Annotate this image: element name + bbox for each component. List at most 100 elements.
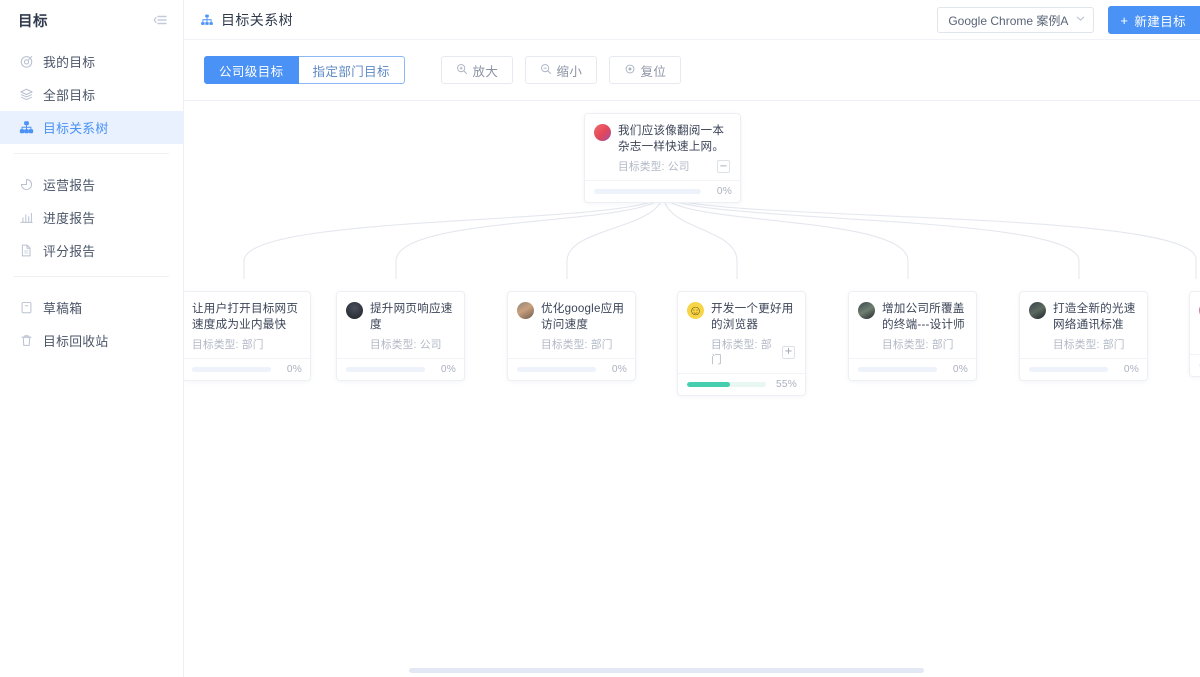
- node-body: [1190, 292, 1200, 354]
- avatar: [594, 124, 611, 141]
- trash-icon: [18, 333, 34, 349]
- sidebar-item-label: 运营报告: [43, 178, 96, 193]
- collapse-menu-icon[interactable]: [151, 11, 169, 29]
- draft-box-icon: [18, 300, 34, 316]
- progress-label: 0%: [952, 364, 968, 375]
- progress-bar: [346, 367, 425, 372]
- reset-view-button[interactable]: 复位: [608, 56, 681, 84]
- node-title: 打造全新的光速网络通讯标准: [1053, 302, 1136, 331]
- tree-node-child-3[interactable]: 优化google应用访问速度 目标类型: 部门 0%: [507, 291, 636, 381]
- node-body: 我们应该像翻阅一本杂志一样快速上网。 目标类型: 公司 −: [585, 114, 740, 180]
- topbar-actions: Google Chrome 案例A + 新建目标: [937, 0, 1200, 40]
- node-title: 我们应该像翻阅一本杂志一样快速上网。: [618, 124, 725, 153]
- zoom-in-icon: [456, 63, 468, 78]
- sidebar-item-progress-report[interactable]: 进度报告: [0, 201, 183, 234]
- node-top: 增加公司所覆盖的终端---设计师: [858, 301, 966, 332]
- node-collapse-button[interactable]: −: [717, 160, 730, 173]
- node-top: 提升网页响应速度: [346, 301, 454, 332]
- tree-canvas-inner: 我们应该像翻阅一本杂志一样快速上网。 目标类型: 公司 − 0% 让用户打开目标…: [184, 101, 1200, 677]
- document-icon: [18, 243, 34, 259]
- tab-company-goals[interactable]: 公司级目标: [204, 56, 299, 84]
- node-body: 让用户打开目标网页速度成为业内最快 目标类型: 部门: [184, 292, 310, 358]
- progress-label: 0%: [1123, 364, 1139, 375]
- node-progress: 0%: [184, 358, 310, 380]
- sidebar-item-label: 评分报告: [43, 244, 96, 259]
- sidebar-item-drafts[interactable]: 草稿箱: [0, 291, 183, 324]
- node-title: 优化google应用访问速度: [541, 302, 625, 331]
- node-progress: 0%: [337, 358, 464, 380]
- tree-node-child-6[interactable]: 打造全新的光速网络通讯标准 目标类型: 部门 0%: [1019, 291, 1148, 381]
- layers-icon: [18, 87, 34, 103]
- node-progress: 0%: [508, 358, 635, 380]
- tree-node-child-7[interactable]: [1189, 291, 1200, 377]
- tab-department-goals[interactable]: 指定部门目标: [298, 56, 405, 84]
- canvas-hscrollbar[interactable]: [184, 663, 1200, 677]
- sidebar-item-all-goals[interactable]: 全部目标: [0, 78, 183, 111]
- sidebar-item-label: 进度报告: [43, 211, 96, 226]
- node-type-label: 目标类型: 部门: [1053, 339, 1125, 351]
- node-type-label: 目标类型: 部门: [192, 339, 264, 351]
- chevron-down-icon: [1076, 14, 1085, 26]
- node-title: 增加公司所覆盖的终端---设计师: [882, 302, 965, 331]
- sidebar-divider: [14, 276, 169, 277]
- node-type-label: 目标类型: 部门: [882, 339, 954, 351]
- node-body: ☺ 开发一个更好用的浏览器 目标类型: 部门 +: [678, 292, 805, 373]
- node-body: 增加公司所覆盖的终端---设计师 目标类型: 部门: [849, 292, 976, 358]
- sidebar-item-score-report[interactable]: 评分报告: [0, 234, 183, 267]
- node-top: 优化google应用访问速度: [517, 301, 625, 332]
- pie-chart-icon: [18, 177, 34, 193]
- progress-label: 0%: [611, 364, 627, 375]
- sidebar-item-goal-tree[interactable]: 目标关系树: [0, 111, 183, 144]
- case-select-value: Google Chrome 案例A: [948, 13, 1069, 28]
- node-top: 让用户打开目标网页速度成为业内最快: [192, 301, 300, 332]
- node-meta: 目标类型: 部门 +: [687, 337, 795, 367]
- progress-bar: [594, 189, 701, 194]
- sidebar-divider: [14, 153, 169, 154]
- node-meta: 目标类型: 部门: [1029, 337, 1137, 352]
- progress-label: 0%: [716, 186, 732, 197]
- progress-label: 55%: [776, 379, 797, 390]
- tree-node-child-2[interactable]: 提升网页响应速度 目标类型: 公司 0%: [336, 291, 465, 381]
- node-progress: 55%: [678, 373, 805, 395]
- node-progress: 0%: [849, 358, 976, 380]
- tree-node-root[interactable]: 我们应该像翻阅一本杂志一样快速上网。 目标类型: 公司 − 0%: [584, 113, 741, 203]
- zoom-out-button[interactable]: 缩小: [524, 56, 597, 84]
- progress-label: 0%: [440, 364, 456, 375]
- sidebar-item-label: 目标关系树: [43, 121, 109, 136]
- zoom-out-label: 缩小: [556, 64, 583, 79]
- zoom-in-button[interactable]: 放大: [440, 56, 513, 84]
- new-goal-button[interactable]: + 新建目标: [1108, 6, 1200, 34]
- node-type-label: 目标类型: 部门: [711, 339, 772, 366]
- node-type-label: 目标类型: 部门: [541, 339, 613, 351]
- tree-node-child-5[interactable]: 增加公司所覆盖的终端---设计师 目标类型: 部门 0%: [848, 291, 977, 381]
- node-body: 提升网页响应速度 目标类型: 公司: [337, 292, 464, 358]
- sidebar-item-label: 草稿箱: [43, 301, 83, 316]
- node-type-label: 目标类型: 公司: [370, 339, 442, 351]
- node-title: 开发一个更好用的浏览器: [711, 302, 794, 331]
- sidebar-item-my-goals[interactable]: 我的目标: [0, 45, 183, 78]
- sidebar-item-recycle-bin[interactable]: 目标回收站: [0, 324, 183, 357]
- main-area: 目标关系树 Google Chrome 案例A + 新建目标 公司级目标 指定部…: [184, 0, 1200, 677]
- sidebar-group-reports: 运营报告 进度报告 评分报告: [0, 163, 183, 267]
- canvas-hscrollbar-thumb[interactable]: [409, 668, 924, 673]
- scope-tabs: 公司级目标 指定部门目标: [204, 56, 405, 84]
- avatar: [1029, 302, 1046, 319]
- tree-node-child-1[interactable]: 让用户打开目标网页速度成为业内最快 目标类型: 部门 0%: [184, 291, 311, 381]
- case-select[interactable]: Google Chrome 案例A: [937, 7, 1095, 33]
- node-meta: 目标类型: 部门: [192, 337, 300, 352]
- reset-icon: [624, 63, 636, 78]
- node-meta: 目标类型: 公司: [346, 337, 454, 352]
- sidebar-item-operation-report[interactable]: 运营报告: [0, 168, 183, 201]
- node-expand-button[interactable]: +: [782, 345, 795, 359]
- node-top: 打造全新的光速网络通讯标准: [1029, 301, 1137, 332]
- zoom-out-icon: [540, 63, 552, 78]
- avatar: [517, 302, 534, 319]
- progress-label: 0%: [286, 364, 302, 375]
- node-progress: 0%: [585, 180, 740, 202]
- breadcrumb: 目标关系树: [200, 10, 293, 30]
- tree-canvas[interactable]: 我们应该像翻阅一本杂志一样快速上网。 目标类型: 公司 − 0% 让用户打开目标…: [184, 101, 1200, 677]
- tree-node-child-4[interactable]: ☺ 开发一个更好用的浏览器 目标类型: 部门 + 55%: [677, 291, 806, 396]
- node-meta: 目标类型: 部门: [517, 337, 625, 352]
- target-icon: [18, 54, 34, 70]
- sidebar-title: 目标: [18, 13, 48, 30]
